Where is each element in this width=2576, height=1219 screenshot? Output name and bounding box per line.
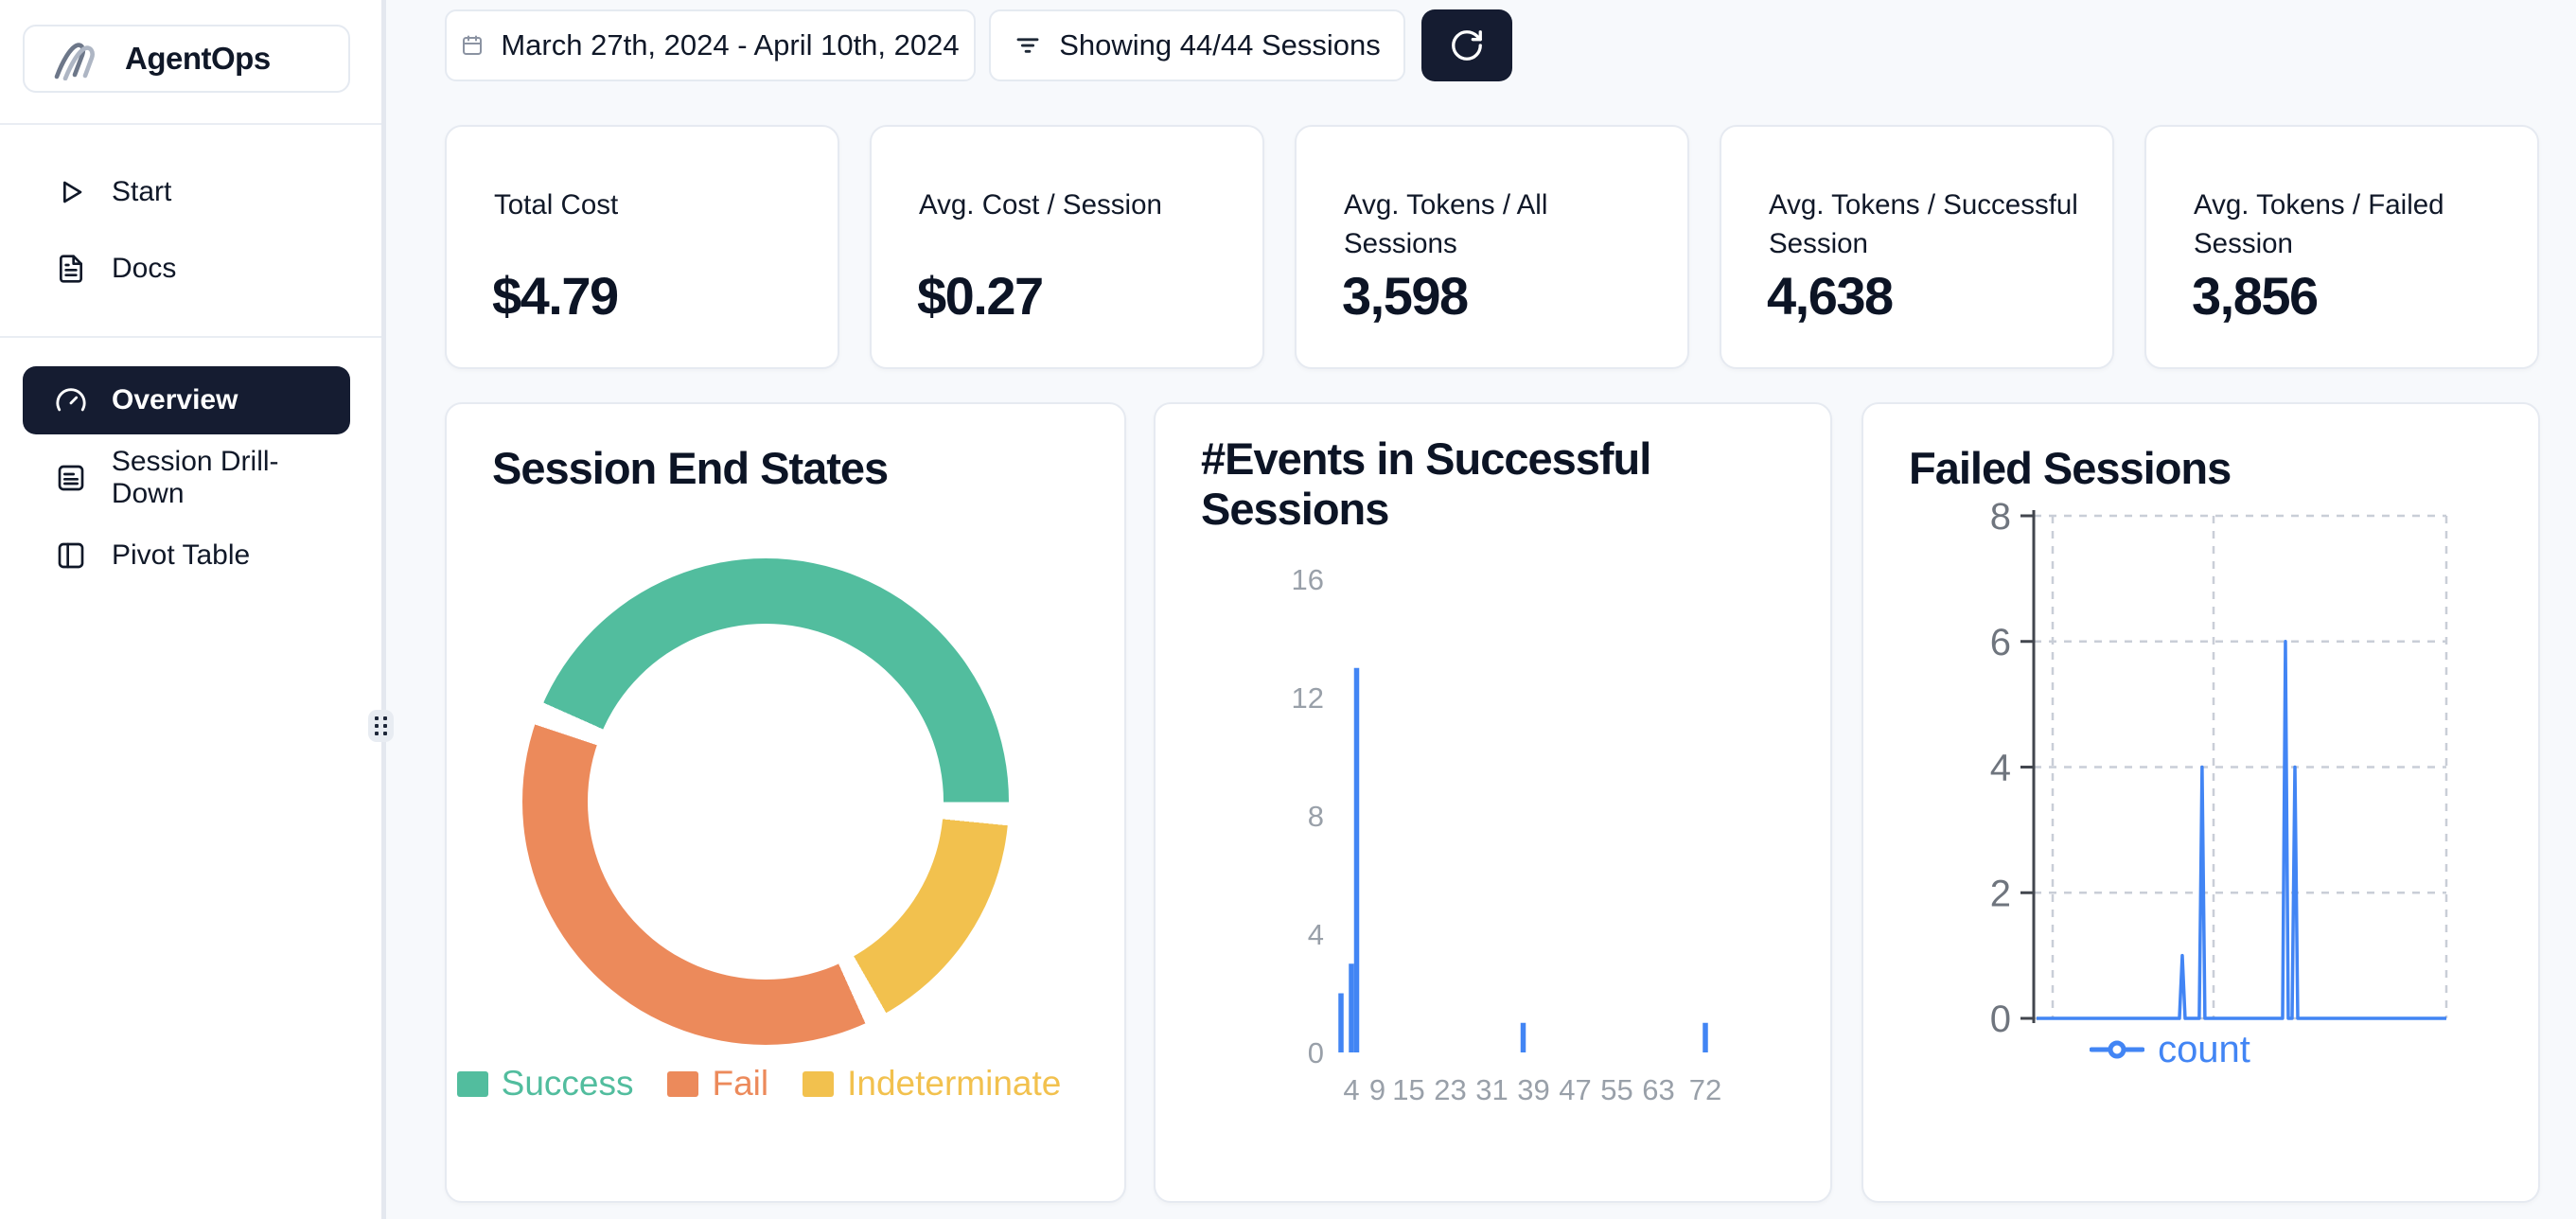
svg-text:6: 6	[1990, 622, 2011, 663]
legend-item-indeterminate[interactable]: Indeterminate	[803, 1064, 1061, 1104]
donut-hole	[588, 624, 944, 980]
legend-label: Fail	[712, 1064, 768, 1104]
chart-title: #Events in Successful Sessions	[1201, 434, 1674, 534]
sidebar-item-session-drill-down[interactable]: Session Drill-Down	[23, 449, 350, 507]
failed-sessions-chart: 02468	[1863, 404, 2538, 1201]
count-legend[interactable]: count	[1863, 1029, 2477, 1070]
gauge-icon	[55, 384, 87, 416]
brand-name: AgentOps	[125, 41, 271, 77]
document-icon	[55, 254, 87, 284]
svg-text:16: 16	[1292, 563, 1324, 596]
svg-text:63: 63	[1642, 1073, 1674, 1106]
stat-label: Total Cost	[494, 186, 806, 224]
svg-text:47: 47	[1559, 1073, 1591, 1106]
sidebar-drag-handle[interactable]	[368, 710, 394, 742]
stat-card-avg-tokens-failed: Avg. Tokens / Failed Session 3,856	[2144, 125, 2539, 369]
svg-text:31: 31	[1475, 1073, 1508, 1106]
svg-text:39: 39	[1517, 1073, 1549, 1106]
stat-value: 3,856	[2192, 265, 2318, 327]
svg-text:8: 8	[1990, 496, 2011, 538]
donut-legend: Success Fail Indeterminate	[475, 1063, 1043, 1104]
svg-text:4: 4	[1343, 1073, 1359, 1106]
sidebar-divider	[0, 123, 381, 125]
filter-lines-icon	[1014, 31, 1042, 60]
stat-value: $0.27	[917, 265, 1043, 327]
svg-text:0: 0	[1308, 1036, 1324, 1069]
list-box-icon	[55, 463, 87, 493]
legend-label: Success	[502, 1064, 634, 1104]
stat-card-avg-cost: Avg. Cost / Session $0.27	[870, 125, 1264, 369]
events-histogram-card: #Events in Successful Sessions 048121649…	[1154, 402, 1832, 1203]
stat-card-avg-tokens-all: Avg. Tokens / All Sessions 3,598	[1295, 125, 1689, 369]
sessions-filter-button[interactable]: Showing 44/44 Sessions	[989, 9, 1405, 81]
failed-sessions-card: Failed Sessions 02468 count	[1861, 402, 2540, 1203]
svg-text:2: 2	[1990, 873, 2011, 914]
chart-title: Failed Sessions	[1909, 444, 2439, 494]
sidebar-item-label: Pivot Table	[112, 539, 250, 572]
grip-dots-icon	[375, 716, 387, 735]
sidebar-item-pivot-table[interactable]: Pivot Table	[23, 526, 350, 585]
sidebar-item-label: Overview	[112, 384, 238, 416]
panel-columns-icon	[55, 540, 87, 571]
indeterminate-swatch	[803, 1071, 834, 1097]
svg-text:4: 4	[1990, 748, 2011, 789]
stat-value: 3,598	[1342, 265, 1468, 327]
stat-label: Avg. Tokens / Successful Session	[1769, 186, 2081, 264]
stat-label: Avg. Cost / Session	[919, 186, 1231, 224]
sidebar-divider	[0, 336, 381, 338]
stat-value: 4,638	[1767, 265, 1893, 327]
stat-card-avg-tokens-successful: Avg. Tokens / Successful Session 4,638	[1720, 125, 2114, 369]
sessions-filter-label: Showing 44/44 Sessions	[1059, 28, 1381, 62]
stat-label: Avg. Tokens / Failed Session	[2194, 186, 2506, 264]
legend-item-fail[interactable]: Fail	[667, 1064, 768, 1104]
svg-text:55: 55	[1600, 1073, 1632, 1106]
play-icon	[55, 177, 87, 207]
legend-label: count	[2158, 1029, 2250, 1071]
stat-value: $4.79	[492, 265, 618, 327]
sidebar-item-label: Docs	[112, 253, 176, 285]
sidebar-item-label: Start	[112, 176, 171, 208]
chart-title: Session End States	[492, 444, 1022, 494]
svg-text:12: 12	[1292, 681, 1324, 715]
svg-text:4: 4	[1308, 918, 1324, 951]
svg-text:8: 8	[1308, 800, 1324, 833]
date-range-button[interactable]: March 27th, 2024 - April 10th, 2024	[445, 9, 976, 81]
success-swatch	[457, 1071, 488, 1097]
sidebar-item-label: Session Drill-Down	[112, 446, 350, 510]
stat-card-total-cost: Total Cost $4.79	[445, 125, 839, 369]
date-range-label: March 27th, 2024 - April 10th, 2024	[501, 28, 959, 62]
sidebar: AgentOps Start Docs Overview Session Dri…	[0, 0, 381, 1219]
session-end-states-card: Session End States Success Fail Indeterm…	[445, 402, 1126, 1203]
legend-label: Indeterminate	[847, 1064, 1061, 1104]
sidebar-item-docs[interactable]: Docs	[23, 239, 350, 298]
sidebar-item-start[interactable]: Start	[23, 163, 350, 221]
sidebar-resize-divider	[381, 0, 386, 1219]
agentops-dashboard: { "sidebar": { "brand": "AgentOps", "pri…	[0, 0, 2576, 1219]
line-marker-icon	[2090, 1039, 2144, 1060]
fail-swatch	[667, 1071, 698, 1097]
agentops-paperclip-icon	[49, 37, 108, 80]
brand-logo[interactable]: AgentOps	[23, 25, 350, 93]
stat-label: Avg. Tokens / All Sessions	[1344, 186, 1656, 264]
svg-text:72: 72	[1689, 1073, 1721, 1106]
sidebar-item-overview[interactable]: Overview	[23, 366, 350, 434]
svg-text:9: 9	[1369, 1073, 1385, 1106]
refresh-icon	[1449, 27, 1485, 63]
calendar-icon	[461, 34, 484, 57]
svg-text:15: 15	[1392, 1073, 1424, 1106]
legend-item-success[interactable]: Success	[457, 1064, 634, 1104]
refresh-button[interactable]	[1421, 9, 1512, 81]
svg-text:23: 23	[1434, 1073, 1466, 1106]
